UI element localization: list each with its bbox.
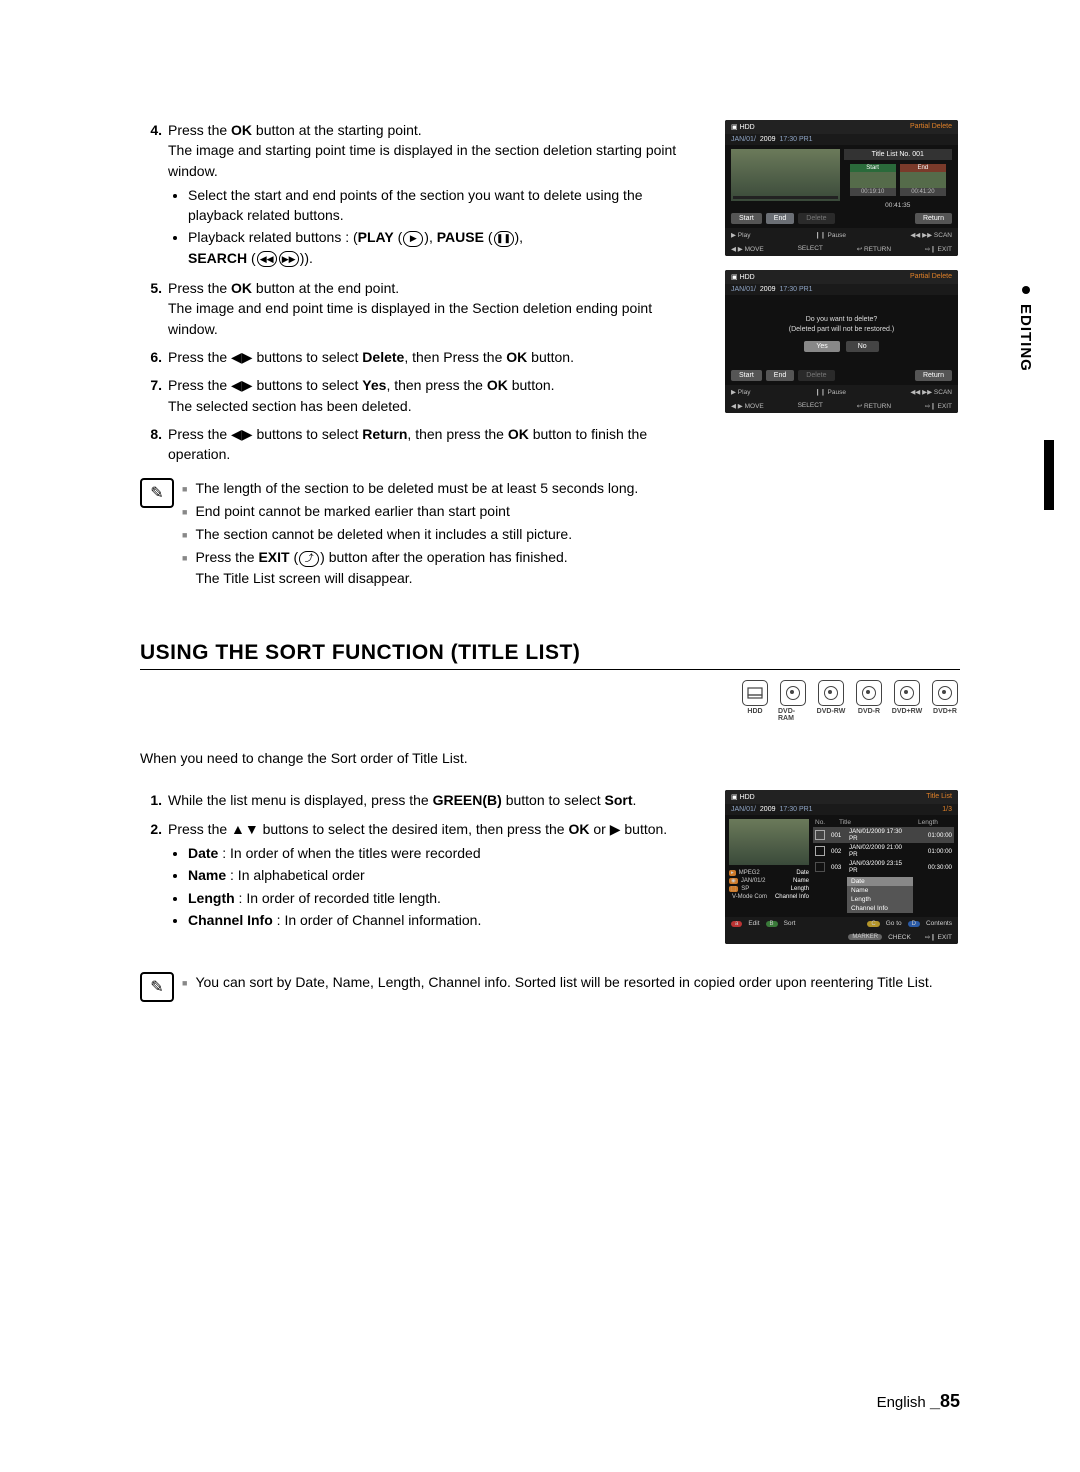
exit-icon: ⤴ (299, 551, 319, 567)
step-4-bullet-2: Playback related buttons : (PLAY (▶), PA… (188, 227, 701, 268)
dvd-r-icon: DVD-R (854, 680, 884, 722)
sort-intro: When you need to change the Sort order o… (140, 750, 960, 766)
note-b1: You can sort by Date, Name, Length, Chan… (182, 972, 960, 993)
sort-date-item: Date : In order of when the titles were … (188, 843, 701, 863)
sort-step-2: 2. Press the ▲▼ buttons to select the de… (140, 819, 701, 932)
pause-icon: ❚❚ (494, 231, 514, 247)
sort-length-item: Length : In order of recorded title leng… (188, 888, 701, 908)
side-thumb-tab (1044, 440, 1054, 510)
sort-dropdown: Date Name Length Channel Info (847, 877, 913, 913)
step-4: 4. Press the OK button at the starting p… (140, 120, 701, 270)
step-7: 7. Press the ◀▶ buttons to select Yes, t… (140, 375, 701, 416)
step-8: 8. Press the ◀▶ buttons to select Return… (140, 424, 701, 465)
note-a4: Press the EXIT (⤴) button after the oper… (182, 547, 701, 589)
note-icon: ✎ (140, 478, 174, 508)
dvd-plus-rw-icon: DVD+RW (892, 680, 922, 722)
osd-partial-delete-times: ▣ HDDPartial Delete JAN/01/2009 17:30 PR… (725, 120, 958, 256)
dvd-plus-r-icon: DVD+R (930, 680, 960, 722)
step-6: 6. Press the ◀▶ buttons to select Delete… (140, 347, 701, 367)
side-tab-editing: EDITING (1017, 304, 1034, 372)
sort-channel-item: Channel Info : In order of Channel infor… (188, 910, 701, 930)
sort-name-item: Name : In alphabetical order (188, 865, 701, 885)
disc-icons-row: HDD DVD-RAM DVD-RW DVD-R DVD+RW DVD+R (140, 680, 960, 722)
play-icon: ▶ (403, 231, 423, 247)
heading-sort-function: USING THE SORT FUNCTION (TITLE LIST) (140, 641, 960, 670)
page-footer: English _85 (877, 1391, 960, 1412)
note-block-a: ✎ The length of the section to be delete… (140, 476, 701, 591)
note-icon: ✎ (140, 972, 174, 1002)
step-4-bullet-1: Select the start and end points of the s… (188, 185, 701, 226)
dvd-rw-icon: DVD-RW (816, 680, 846, 722)
search-ff-icon: ▶▶ (279, 251, 299, 267)
page-content: 4. Press the OK button at the starting p… (140, 120, 960, 1002)
note-block-b: ✎ You can sort by Date, Name, Length, Ch… (140, 970, 960, 1002)
osd-delete-confirm: ▣ HDDPartial Delete JAN/01/2009 17:30 PR… (725, 270, 958, 413)
note-a3: The section cannot be deleted when it in… (182, 524, 701, 545)
step-5: 5. Press the OK button at the end point.… (140, 278, 701, 339)
side-dot-icon (1022, 286, 1030, 294)
search-rew-icon: ◀◀ (257, 251, 277, 267)
dvd-ram-icon: DVD-RAM (778, 680, 808, 722)
hdd-icon: HDD (740, 680, 770, 722)
osd-title-list-sort: ▣ HDDTitle List JAN/01/2009 17:30 PR11/3… (725, 790, 958, 944)
note-a1: The length of the section to be deleted … (182, 478, 701, 499)
sort-step-1: 1. While the list menu is displayed, pre… (140, 790, 701, 810)
note-a2: End point cannot be marked earlier than … (182, 501, 701, 522)
